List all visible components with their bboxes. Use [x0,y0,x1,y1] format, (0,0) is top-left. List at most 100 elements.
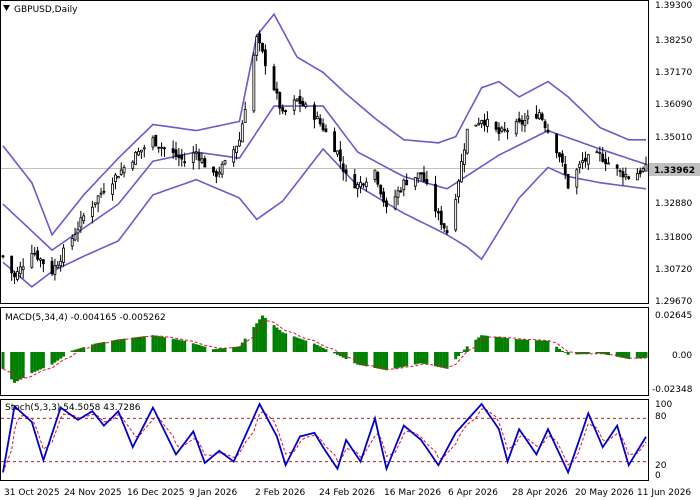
candle-body [214,170,218,177]
macd-histogram-bar [497,337,501,352]
macd-histogram-bar [139,336,143,352]
macd-histogram-bar [526,339,530,352]
candle-body [140,149,143,153]
candle-body [1,255,5,258]
price-tick: 1.32880 [655,199,692,209]
macd-histogram-bar [119,339,123,352]
macd-histogram-bar [566,352,570,355]
candle-body [333,131,336,153]
macd-histogram-bar [162,337,166,352]
macd-histogram-bar [116,339,120,352]
candle-body [79,217,83,228]
macd-histogram-bar [459,352,463,353]
candle-body [272,66,276,91]
macd-histogram-bar [30,352,34,374]
candle-body [425,179,429,184]
candle-body [70,237,74,247]
macd-histogram-bar [457,352,461,357]
macd-histogram-bar [183,340,187,352]
candle-body [50,260,54,275]
macd-histogram-bar [641,352,645,359]
candle-body [555,133,559,154]
candle-body [586,154,590,165]
candle-body [566,174,570,189]
macd-tick: 0.00 [672,351,692,361]
macd-histogram-bar [514,339,518,352]
candle-body [402,179,406,191]
price-tick: 1.39300 [655,1,692,11]
candle-body [537,112,541,119]
candle-body [483,119,486,126]
macd-histogram-bar [304,340,308,352]
macd-histogram-bar [197,344,201,352]
macd-histogram-bar [324,349,328,352]
candle-body [154,135,158,147]
candle-body [462,149,466,165]
date-tick: 9 Jan 2026 [189,488,237,498]
macd-histogram-bar [263,317,267,352]
candle-body [191,152,195,163]
candle-body [163,147,166,150]
stoch-tick: 0 [655,471,661,481]
candle-body [160,146,163,149]
candle-body [301,101,305,106]
macd-histogram-bar [15,352,19,382]
macd-histogram-bar [557,348,561,352]
macd-histogram-bar [485,335,489,352]
macd-histogram-bar [131,337,135,352]
candle-body [338,149,342,162]
macd-histogram-bar [563,352,567,353]
candle-body [581,160,584,164]
candle-body [601,153,605,162]
macd-histogram-bar [275,327,279,352]
candle-body [540,113,544,121]
candle-body [142,147,146,150]
macd-histogram-bar [445,352,449,369]
candle-body [96,195,100,204]
candle-body [439,210,443,225]
candle-body [263,49,267,67]
macd-histogram-bar [200,345,204,352]
candle-body [174,149,178,157]
candle-body [243,109,247,123]
macd-histogram-bar [194,344,198,352]
candle-body [16,271,19,280]
candle-body [295,98,299,102]
candle-body [232,149,236,163]
macd-histogram-bar [217,348,221,352]
macd-title: MACD(5,34,4) -0.004165 -0.005262 [5,313,166,323]
candle-body [523,120,527,126]
candle-body [373,169,377,180]
candle-body [21,266,25,271]
macd-histogram-bar [154,335,158,352]
candle-body [382,191,386,203]
macd-histogram-bar [18,352,22,380]
macd-histogram-bar [157,336,161,352]
price-tick: 1.36090 [655,100,692,110]
macd-histogram-bar [53,352,57,363]
candle-body [62,247,65,263]
candle-body [578,163,582,168]
candle-body [604,158,608,165]
candle-body [284,110,287,113]
candle-body [520,119,524,125]
price-tick: 1.37170 [655,68,692,78]
candle-body [560,153,564,163]
macd-histogram-bar [540,340,544,352]
candle-body [324,128,328,133]
macd-histogram-bar [399,352,403,368]
candle-body [292,99,296,111]
macd-histogram-bar [393,352,397,369]
macd-histogram-bar [142,336,146,352]
price-tick: 1.38250 [655,36,692,46]
candle-body [258,33,262,44]
date-tick: 20 May 2026 [575,488,634,498]
macd-histogram-bar [543,340,547,352]
candle-body [36,250,40,260]
macd-histogram-bar [79,347,83,352]
candle-body [255,36,259,56]
candle-body [223,160,227,165]
macd-histogram-bar [439,352,443,368]
candle-body [93,202,97,205]
candle-body [474,124,478,127]
